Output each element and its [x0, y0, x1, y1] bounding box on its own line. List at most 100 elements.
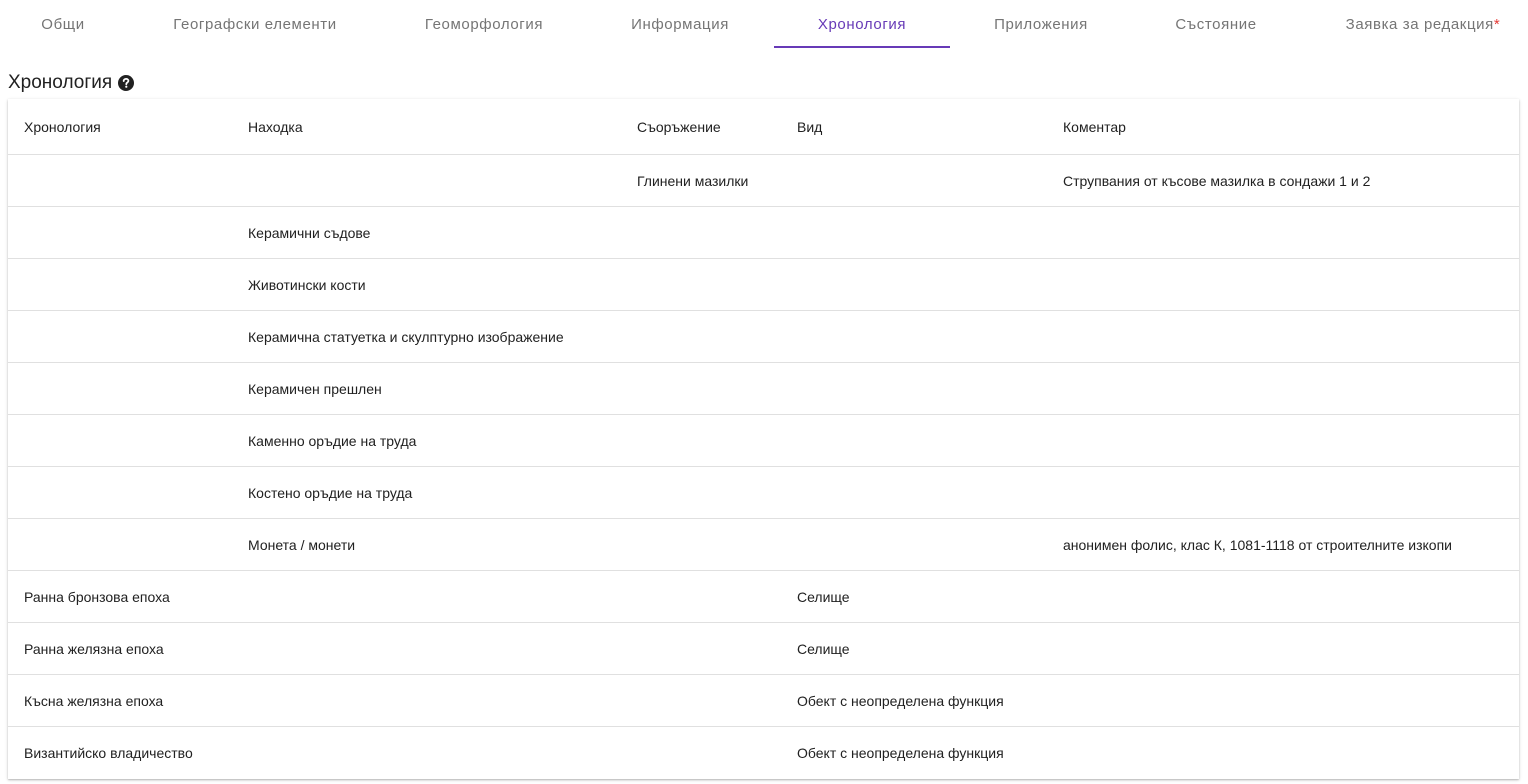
cell-chronology: Византийско владичество [24, 744, 193, 761]
cell-comment: Струпвания от късове мазилка в сондажи 1… [1047, 154, 1519, 207]
table-row[interactable]: Керамична статуетка и скулптурно изображ… [8, 310, 1519, 363]
tab-label: Информация [631, 15, 729, 33]
tab-label: Състояние [1175, 15, 1257, 33]
cell-structure [621, 258, 781, 311]
table-row[interactable]: Късна желязна епоха Обект с неопределена… [8, 674, 1519, 727]
cell-comment [1047, 362, 1519, 415]
cell-find [232, 727, 621, 779]
column-header-structure[interactable]: Съоръжение [621, 99, 781, 155]
chronology-table-card: Хронология Находка Съоръжение Вид Комент… [8, 99, 1519, 779]
cell-chronology: Ранна бронзова епоха [8, 570, 232, 623]
cell-comment [1047, 258, 1519, 311]
tab-geomorphology[interactable]: Геоморфология [410, 0, 558, 48]
table-row[interactable]: Керамичен прешлен [8, 362, 1519, 415]
tab-chronology[interactable]: Хронология [774, 0, 950, 48]
section-title: Хронология [8, 72, 113, 93]
tab-edit-request[interactable]: Заявка за редакция * [1330, 0, 1516, 48]
cell-structure [621, 518, 781, 571]
cell-type [781, 414, 1047, 467]
cell-structure [621, 466, 781, 519]
cell-comment [1047, 414, 1519, 467]
chronology-table: Хронология Находка Съоръжение Вид Комент… [8, 99, 1519, 778]
cell-chronology: Ранна желязна епоха [8, 622, 232, 675]
cell-structure [621, 206, 781, 259]
cell-find: Монета / монети [232, 518, 621, 571]
cell-type: Обект с неопределена функция [781, 674, 1047, 727]
cell-chronology [8, 154, 232, 207]
tab-label: Заявка за редакция [1345, 15, 1494, 33]
cell-type: Селище [781, 570, 1047, 623]
cell-chronology [8, 414, 232, 467]
column-header-chronology[interactable]: Хронология [8, 99, 232, 155]
tab-general[interactable]: Общи [20, 0, 106, 48]
cell-type [781, 362, 1047, 415]
cell-comment [1047, 570, 1519, 623]
cell-comment [1047, 674, 1519, 727]
cell-type [781, 518, 1047, 571]
tab-attachments[interactable]: Приложения [978, 0, 1104, 48]
cell-find [232, 622, 621, 675]
cell-comment [1047, 622, 1519, 675]
cell-structure: Глинени мазилки [621, 154, 781, 207]
tab-label: Общи [41, 15, 85, 33]
column-header-type[interactable]: Вид [781, 99, 1047, 155]
cell-find [232, 674, 621, 727]
table-row[interactable]: Каменно оръдие на труда [8, 414, 1519, 467]
cell-type [781, 206, 1047, 259]
cell-type: Обект с неопределена функция [797, 744, 1004, 761]
cell-type: Селище [781, 622, 1047, 675]
cell-find [232, 570, 621, 623]
cell-structure [621, 362, 781, 415]
cell-comment: анонимен фолис, клас К, 1081-1118 от стр… [1047, 518, 1519, 571]
cell-chronology [8, 258, 232, 311]
cell-chronology [8, 206, 232, 259]
cell-chronology [8, 310, 232, 363]
cell-find: Костено оръдие на труда [232, 466, 621, 519]
table-row[interactable]: Животински кости [8, 258, 1519, 311]
cell-comment [1047, 466, 1519, 519]
table-header-row: Хронология Находка Съоръжение Вид Комент… [8, 99, 1519, 155]
cell-find: Керамични съдове [232, 206, 621, 259]
column-header-find[interactable]: Находка [232, 99, 621, 155]
cell-comment [1047, 206, 1519, 259]
cell-structure [621, 622, 781, 675]
cell-comment [1047, 727, 1519, 779]
cell-chronology: Късна желязна епоха [8, 674, 232, 727]
tab-geographic-elements[interactable]: Географски елементи [155, 0, 355, 48]
tab-label: Приложения [994, 15, 1088, 33]
cell-find: Керамична статуетка и скулптурно изображ… [232, 310, 621, 363]
table-row[interactable]: Глинени мазилки Струпвания от късове маз… [8, 154, 1519, 207]
cell-structure [621, 414, 781, 467]
cell-chronology [8, 362, 232, 415]
cell-structure [621, 727, 781, 779]
table-row[interactable]: Византийско владичество Обект с неопреде… [8, 727, 1519, 779]
cell-type [781, 310, 1047, 363]
table-row[interactable]: Ранна желязна епоха Селище [8, 622, 1519, 675]
active-tab-indicator [774, 46, 950, 48]
cell-structure [621, 674, 781, 727]
table-row[interactable]: Костено оръдие на труда [8, 466, 1519, 519]
cell-find: Каменно оръдие на труда [232, 414, 621, 467]
tab-label: Географски елементи [173, 15, 337, 33]
required-marker: * [1493, 15, 1501, 33]
tab-condition[interactable]: Състояние [1160, 0, 1272, 48]
tab-bar: Общи Географски елементи Геоморфология И… [0, 0, 1528, 48]
table-row[interactable]: Керамични съдове [8, 206, 1519, 259]
cell-chronology [8, 466, 232, 519]
column-header-comment[interactable]: Коментар [1047, 99, 1519, 155]
question-circle-icon[interactable] [118, 75, 135, 91]
cell-structure [621, 570, 781, 623]
cell-structure [621, 310, 781, 363]
cell-chronology [8, 518, 232, 571]
section-header: Хронология [8, 70, 135, 96]
table-row[interactable]: Монета / монети анонимен фолис, клас К, … [8, 518, 1519, 571]
cell-find: Керамичен прешлен [232, 362, 621, 415]
cell-find [232, 154, 621, 207]
cell-type [781, 154, 1047, 207]
table-row[interactable]: Ранна бронзова епоха Селище [8, 570, 1519, 623]
cell-type [781, 466, 1047, 519]
cell-find: Животински кости [232, 258, 621, 311]
cell-comment [1047, 310, 1519, 363]
tab-label: Геоморфология [424, 15, 544, 33]
tab-information[interactable]: Информация [615, 0, 745, 48]
